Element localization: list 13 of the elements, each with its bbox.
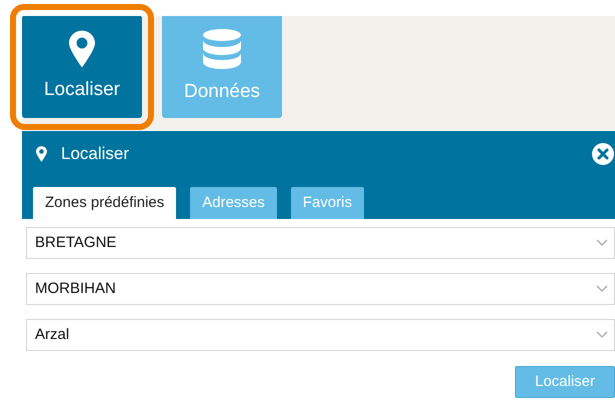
chevron-down-icon bbox=[596, 285, 608, 293]
toolbar-button[interactable]: Localiser bbox=[22, 16, 142, 118]
chevron-down-icon bbox=[596, 331, 608, 339]
panel-title: Localiser bbox=[61, 143, 130, 166]
dropdown-field[interactable]: MORBIHAN bbox=[26, 273, 615, 305]
chevron-down-icon bbox=[596, 239, 608, 247]
map-pin-icon bbox=[36, 146, 47, 162]
dropdown-field[interactable]: BRETAGNE bbox=[26, 227, 615, 259]
close-icon[interactable] bbox=[592, 143, 614, 165]
tab[interactable]: Zones prédéfinies bbox=[33, 187, 176, 219]
database-icon bbox=[202, 28, 242, 70]
map-pin-icon bbox=[69, 30, 95, 68]
dropdown-field[interactable]: Arzal bbox=[26, 319, 615, 351]
